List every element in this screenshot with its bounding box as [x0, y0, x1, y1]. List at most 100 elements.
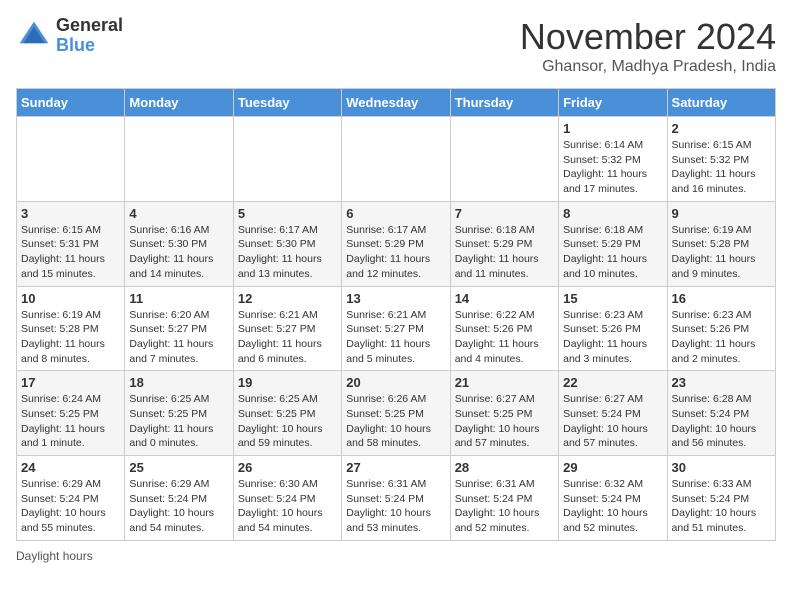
day-info: Sunrise: 6:21 AM Sunset: 5:27 PM Dayligh… — [346, 308, 445, 367]
logo-blue: Blue — [56, 36, 123, 56]
calendar-cell — [233, 117, 341, 202]
day-number: 19 — [238, 375, 337, 390]
calendar-cell: 6 Sunrise: 6:17 AM Sunset: 5:29 PM Daylig… — [342, 201, 450, 286]
daylight-label: Daylight hours — [16, 549, 93, 563]
calendar-cell: 22Sunrise: 6:27 AM Sunset: 5:24 PM Dayli… — [559, 371, 667, 456]
day-number: 23 — [672, 375, 771, 390]
calendar-week-3: 10 Sunrise: 6:19 AM Sunset: 5:28 PM Dayli… — [17, 286, 776, 371]
col-header-saturday: Saturday — [667, 89, 775, 117]
day-number: 16 — [672, 291, 771, 306]
day-number: 11 — [129, 291, 228, 306]
day-number: 1 — [563, 121, 662, 136]
day-info: Sunrise: 6:24 AM Sunset: 5:25 PM Dayligh… — [21, 392, 120, 451]
calendar-cell: 17 Sunrise: 6:24 AM Sunset: 5:25 PM Dayli… — [17, 371, 125, 456]
day-number: 15 — [563, 291, 662, 306]
calendar-cell: 5Sunrise: 6:17 AM Sunset: 5:30 PM Daylig… — [233, 201, 341, 286]
calendar-cell: 9 Sunrise: 6:19 AM Sunset: 5:28 PM Daylig… — [667, 201, 775, 286]
calendar-cell: 23Sunrise: 6:28 AM Sunset: 5:24 PM Dayli… — [667, 371, 775, 456]
calendar-cell: 27Sunrise: 6:31 AM Sunset: 5:24 PM Dayli… — [342, 456, 450, 541]
col-header-tuesday: Tuesday — [233, 89, 341, 117]
day-info: Sunrise: 6:20 AM Sunset: 5:27 PM Dayligh… — [129, 308, 228, 367]
day-info: Sunrise: 6:22 AM Sunset: 5:26 PM Dayligh… — [455, 308, 554, 367]
calendar-cell: 14 Sunrise: 6:22 AM Sunset: 5:26 PM Dayli… — [450, 286, 558, 371]
calendar-week-4: 17 Sunrise: 6:24 AM Sunset: 5:25 PM Dayli… — [17, 371, 776, 456]
calendar-header-row: SundayMondayTuesdayWednesdayThursdayFrid… — [17, 89, 776, 117]
day-info: Sunrise: 6:17 AM Sunset: 5:30 PM Dayligh… — [238, 223, 337, 282]
calendar-cell: 18Sunrise: 6:25 AM Sunset: 5:25 PM Dayli… — [125, 371, 233, 456]
day-info: Sunrise: 6:31 AM Sunset: 5:24 PM Dayligh… — [346, 477, 445, 536]
day-number: 10 — [21, 291, 120, 306]
col-header-wednesday: Wednesday — [342, 89, 450, 117]
calendar-week-2: 3 Sunrise: 6:15 AM Sunset: 5:31 PM Daylig… — [17, 201, 776, 286]
month-title: November 2024 — [520, 16, 776, 58]
day-info: Sunrise: 6:18 AM Sunset: 5:29 PM Dayligh… — [455, 223, 554, 282]
day-info: Sunrise: 6:16 AM Sunset: 5:30 PM Dayligh… — [129, 223, 228, 282]
calendar-cell: 1 Sunrise: 6:14 AM Sunset: 5:32 PM Daylig… — [559, 117, 667, 202]
calendar-cell: 16Sunrise: 6:23 AM Sunset: 5:26 PM Dayli… — [667, 286, 775, 371]
day-number: 26 — [238, 460, 337, 475]
day-info: Sunrise: 6:29 AM Sunset: 5:24 PM Dayligh… — [21, 477, 120, 536]
logo-icon — [16, 18, 52, 54]
calendar-cell — [17, 117, 125, 202]
day-number: 21 — [455, 375, 554, 390]
day-info: Sunrise: 6:29 AM Sunset: 5:24 PM Dayligh… — [129, 477, 228, 536]
day-info: Sunrise: 6:21 AM Sunset: 5:27 PM Dayligh… — [238, 308, 337, 367]
day-info: Sunrise: 6:23 AM Sunset: 5:26 PM Dayligh… — [563, 308, 662, 367]
day-number: 29 — [563, 460, 662, 475]
day-info: Sunrise: 6:18 AM Sunset: 5:29 PM Dayligh… — [563, 223, 662, 282]
day-number: 25 — [129, 460, 228, 475]
logo: General Blue — [16, 16, 123, 56]
day-info: Sunrise: 6:32 AM Sunset: 5:24 PM Dayligh… — [563, 477, 662, 536]
day-info: Sunrise: 6:31 AM Sunset: 5:24 PM Dayligh… — [455, 477, 554, 536]
calendar-cell: 4 Sunrise: 6:16 AM Sunset: 5:30 PM Daylig… — [125, 201, 233, 286]
day-number: 8 — [563, 206, 662, 221]
calendar-week-1: 1 Sunrise: 6:14 AM Sunset: 5:32 PM Daylig… — [17, 117, 776, 202]
day-number: 28 — [455, 460, 554, 475]
day-info: Sunrise: 6:25 AM Sunset: 5:25 PM Dayligh… — [129, 392, 228, 451]
day-number: 14 — [455, 291, 554, 306]
calendar-table: SundayMondayTuesdayWednesdayThursdayFrid… — [16, 88, 776, 541]
day-info: Sunrise: 6:19 AM Sunset: 5:28 PM Dayligh… — [21, 308, 120, 367]
day-info: Sunrise: 6:19 AM Sunset: 5:28 PM Dayligh… — [672, 223, 771, 282]
calendar-cell — [450, 117, 558, 202]
calendar-cell: 20Sunrise: 6:26 AM Sunset: 5:25 PM Dayli… — [342, 371, 450, 456]
day-number: 13 — [346, 291, 445, 306]
day-info: Sunrise: 6:26 AM Sunset: 5:25 PM Dayligh… — [346, 392, 445, 451]
page-header: General Blue November 2024 Ghansor, Madh… — [16, 16, 776, 76]
day-number: 3 — [21, 206, 120, 221]
calendar-cell: 29 Sunrise: 6:32 AM Sunset: 5:24 PM Dayli… — [559, 456, 667, 541]
title-block: November 2024 Ghansor, Madhya Pradesh, I… — [520, 16, 776, 76]
day-info: Sunrise: 6:14 AM Sunset: 5:32 PM Dayligh… — [563, 138, 662, 197]
col-header-thursday: Thursday — [450, 89, 558, 117]
day-number: 4 — [129, 206, 228, 221]
day-info: Sunrise: 6:15 AM Sunset: 5:31 PM Dayligh… — [21, 223, 120, 282]
location: Ghansor, Madhya Pradesh, India — [520, 58, 776, 76]
calendar-cell: 26 Sunrise: 6:30 AM Sunset: 5:24 PM Dayli… — [233, 456, 341, 541]
day-info: Sunrise: 6:15 AM Sunset: 5:32 PM Dayligh… — [672, 138, 771, 197]
day-number: 12 — [238, 291, 337, 306]
day-number: 9 — [672, 206, 771, 221]
calendar-cell: 13 Sunrise: 6:21 AM Sunset: 5:27 PM Dayli… — [342, 286, 450, 371]
day-info: Sunrise: 6:33 AM Sunset: 5:24 PM Dayligh… — [672, 477, 771, 536]
day-number: 30 — [672, 460, 771, 475]
day-info: Sunrise: 6:27 AM Sunset: 5:25 PM Dayligh… — [455, 392, 554, 451]
day-info: Sunrise: 6:30 AM Sunset: 5:24 PM Dayligh… — [238, 477, 337, 536]
calendar-cell: 15 Sunrise: 6:23 AM Sunset: 5:26 PM Dayli… — [559, 286, 667, 371]
day-number: 6 — [346, 206, 445, 221]
calendar-cell: 10 Sunrise: 6:19 AM Sunset: 5:28 PM Dayli… — [17, 286, 125, 371]
calendar-cell — [342, 117, 450, 202]
logo-text: General Blue — [56, 16, 123, 56]
calendar-cell — [125, 117, 233, 202]
day-number: 17 — [21, 375, 120, 390]
day-info: Sunrise: 6:17 AM Sunset: 5:29 PM Dayligh… — [346, 223, 445, 282]
calendar-cell: 21 Sunrise: 6:27 AM Sunset: 5:25 PM Dayli… — [450, 371, 558, 456]
day-number: 2 — [672, 121, 771, 136]
calendar-cell: 19 Sunrise: 6:25 AM Sunset: 5:25 PM Dayli… — [233, 371, 341, 456]
day-number: 24 — [21, 460, 120, 475]
calendar-cell: 11 Sunrise: 6:20 AM Sunset: 5:27 PM Dayli… — [125, 286, 233, 371]
day-number: 22 — [563, 375, 662, 390]
col-header-friday: Friday — [559, 89, 667, 117]
day-number: 7 — [455, 206, 554, 221]
logo-general: General — [56, 16, 123, 36]
day-info: Sunrise: 6:25 AM Sunset: 5:25 PM Dayligh… — [238, 392, 337, 451]
